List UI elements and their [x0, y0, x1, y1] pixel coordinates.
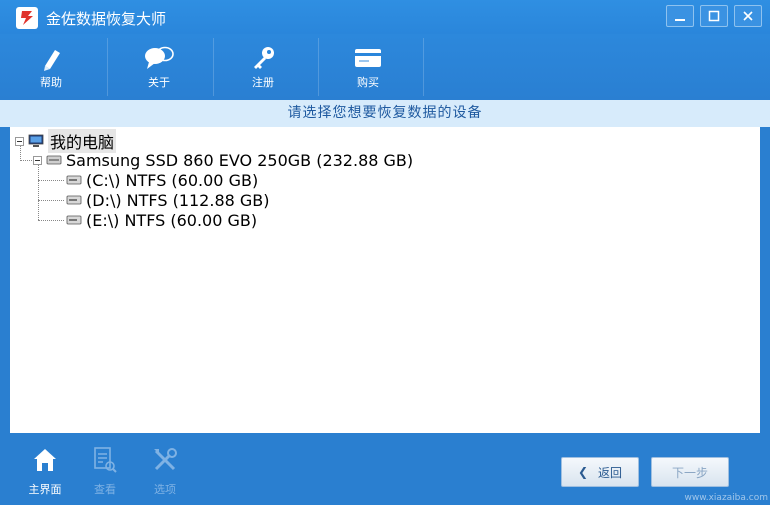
document-search-icon [92, 445, 118, 475]
nav-options-label: 选项 [154, 483, 176, 496]
hard-disk-icon [46, 154, 62, 166]
tree-label-partition-d: (D:\) NTFS (112.88 GB) [86, 190, 270, 210]
help-label: 帮助 [40, 76, 62, 89]
device-tree-panel[interactable]: 我的电脑 Samsung SSD 860 EVO 250GB (232.88 G… [10, 127, 760, 433]
nav-view-label: 查看 [94, 483, 116, 496]
back-button[interactable]: ❮ 返回 [561, 457, 639, 487]
nav-options[interactable]: 选项 [140, 445, 190, 497]
minimize-icon [675, 19, 685, 21]
help-pen-icon [37, 44, 65, 72]
bottom-bar: 主界面 查看 选项 ❮ 返回 下一步 www.xiazaiba.com [0, 433, 770, 505]
partition-drive-icon [66, 175, 82, 185]
next-button-label: 下一步 [671, 465, 708, 480]
tree-node-partition-c[interactable]: (C:\) NTFS (60.00 GB) [66, 170, 259, 190]
tree-node-my-computer[interactable]: 我的电脑 [15, 129, 117, 153]
maximize-icon [708, 10, 720, 22]
tree-label-my-computer: 我的电脑 [48, 129, 117, 153]
help-button[interactable]: 帮助 [30, 34, 72, 100]
tree-node-partition-e[interactable]: (E:\) NTFS (60.00 GB) [66, 210, 258, 230]
chevron-left-icon: ❮ [577, 465, 589, 479]
toolbar: 帮助 关于 注册 购买 [0, 34, 770, 100]
partition-drive-icon [66, 195, 82, 205]
title-bar[interactable]: 金佐数据恢复大师 [0, 0, 770, 34]
tree-label-partition-c: (C:\) NTFS (60.00 GB) [86, 170, 259, 190]
register-button[interactable]: 注册 [242, 34, 284, 100]
tree-label-disk: Samsung SSD 860 EVO 250GB (232.88 GB) [66, 150, 414, 170]
computer-icon [28, 134, 44, 148]
chat-bubbles-icon [143, 44, 175, 72]
close-button[interactable] [734, 5, 762, 27]
nav-view[interactable]: 查看 [80, 445, 130, 497]
buy-label: 购买 [357, 76, 379, 89]
next-button[interactable]: 下一步 [651, 457, 729, 487]
buy-button[interactable]: 购买 [347, 34, 389, 100]
tree-node-disk[interactable]: Samsung SSD 860 EVO 250GB (232.88 GB) [33, 150, 414, 170]
minimize-button[interactable] [666, 5, 694, 27]
tools-icon [151, 445, 179, 475]
key-icon [249, 44, 277, 72]
window-title: 金佐数据恢复大师 [46, 10, 167, 28]
app-logo-icon [16, 7, 38, 29]
device-select-prompt: 请选择您想要恢复数据的设备 [0, 100, 770, 127]
nav-home[interactable]: 主界面 [20, 445, 70, 497]
tree-node-partition-d[interactable]: (D:\) NTFS (112.88 GB) [66, 190, 270, 210]
close-icon [743, 11, 753, 21]
nav-home-label: 主界面 [28, 483, 62, 496]
home-icon [31, 445, 59, 475]
watermark: www.xiazaiba.com [684, 493, 768, 503]
card-icon [353, 44, 383, 72]
collapse-toggle[interactable] [15, 136, 24, 146]
tree-label-partition-e: (E:\) NTFS (60.00 GB) [86, 210, 258, 230]
about-label: 关于 [148, 76, 170, 89]
partition-drive-icon [66, 215, 82, 225]
back-button-label: 返回 [598, 465, 623, 480]
register-label: 注册 [252, 76, 274, 89]
about-button[interactable]: 关于 [138, 34, 180, 100]
maximize-button[interactable] [700, 5, 728, 27]
collapse-toggle[interactable] [33, 155, 42, 165]
